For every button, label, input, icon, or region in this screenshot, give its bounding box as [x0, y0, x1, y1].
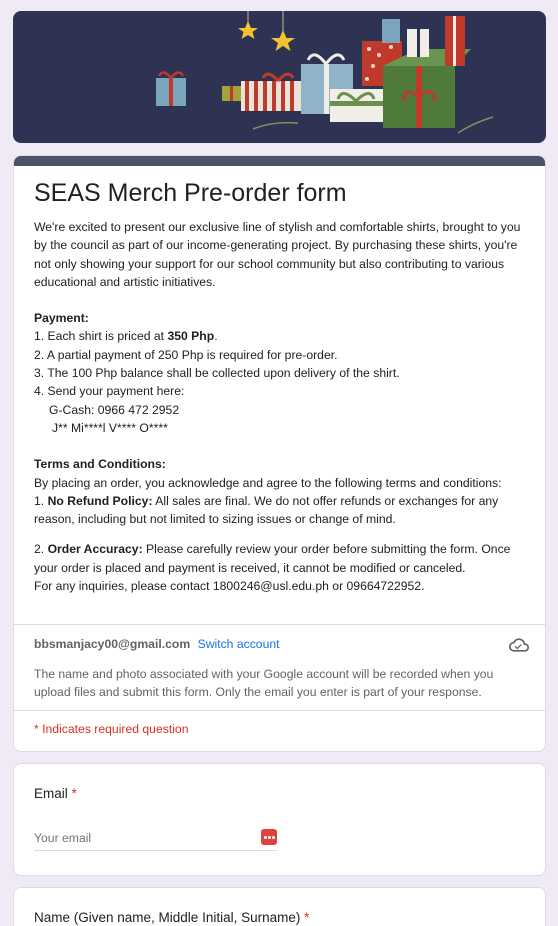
terms-item-2: 2. Order Accuracy: Please carefully revi… — [34, 542, 511, 575]
name-question-card: Name (Given name, Middle Initial, Surnam… — [13, 887, 546, 926]
account-email: bbsmanjacy00@gmail.com — [34, 637, 191, 651]
form-page: SEAS Merch Pre-order form We're excited … — [0, 0, 558, 926]
account-divider-top — [14, 624, 545, 625]
payment-line-4: 4. Send your payment here: — [34, 384, 185, 399]
account-notice: The name and photo associated with your … — [34, 667, 494, 699]
gcash-account-name: J** Mi****l V**** O**** — [52, 420, 168, 435]
form-description: We're excited to present our exclusive l… — [34, 218, 529, 595]
description-intro: We're excited to present our exclusive l… — [34, 220, 521, 289]
email-input[interactable] — [34, 827, 254, 849]
password-manager-icon[interactable] — [261, 829, 277, 845]
switch-account-link[interactable]: Switch account — [198, 637, 280, 651]
required-asterisk: * — [304, 910, 310, 925]
gcash-number: G-Cash: 0966 472 2952 — [49, 402, 180, 417]
form-header-card: SEAS Merch Pre-order form We're excited … — [13, 155, 546, 752]
payment-heading: Payment: — [34, 311, 89, 326]
email-question-label: Email * — [34, 786, 77, 801]
header-accent-bar — [14, 156, 545, 166]
required-asterisk: * — [71, 786, 77, 801]
terms-intro: By placing an order, you acknowledge and… — [34, 475, 502, 490]
account-row: bbsmanjacy00@gmail.com Switch account — [34, 634, 529, 654]
contact-line: For any inquiries, please contact 180024… — [34, 579, 425, 594]
header-banner — [13, 11, 546, 143]
payment-line-3: 3. The 100 Php balance shall be collecte… — [34, 366, 400, 381]
form-title: SEAS Merch Pre-order form — [34, 179, 347, 207]
name-question-label: Name (Given name, Middle Initial, Surnam… — [34, 910, 310, 925]
account-divider-bottom — [14, 710, 545, 711]
terms-item-1: 1. No Refund Policy: All sales are final… — [34, 493, 499, 527]
required-question-note: * Indicates required question — [34, 722, 189, 736]
payment-line-1: 1. Each shirt is priced at 350 Php. — [34, 329, 218, 344]
email-question-card: Email * — [13, 763, 546, 876]
cloud-check-icon — [509, 638, 529, 652]
payment-line-2: 2. A partial payment of 250 Php is requi… — [34, 347, 338, 362]
terms-heading: Terms and Conditions: — [34, 457, 166, 472]
christmas-gifts-illustration — [156, 11, 494, 134]
email-input-wrapper — [34, 827, 277, 851]
